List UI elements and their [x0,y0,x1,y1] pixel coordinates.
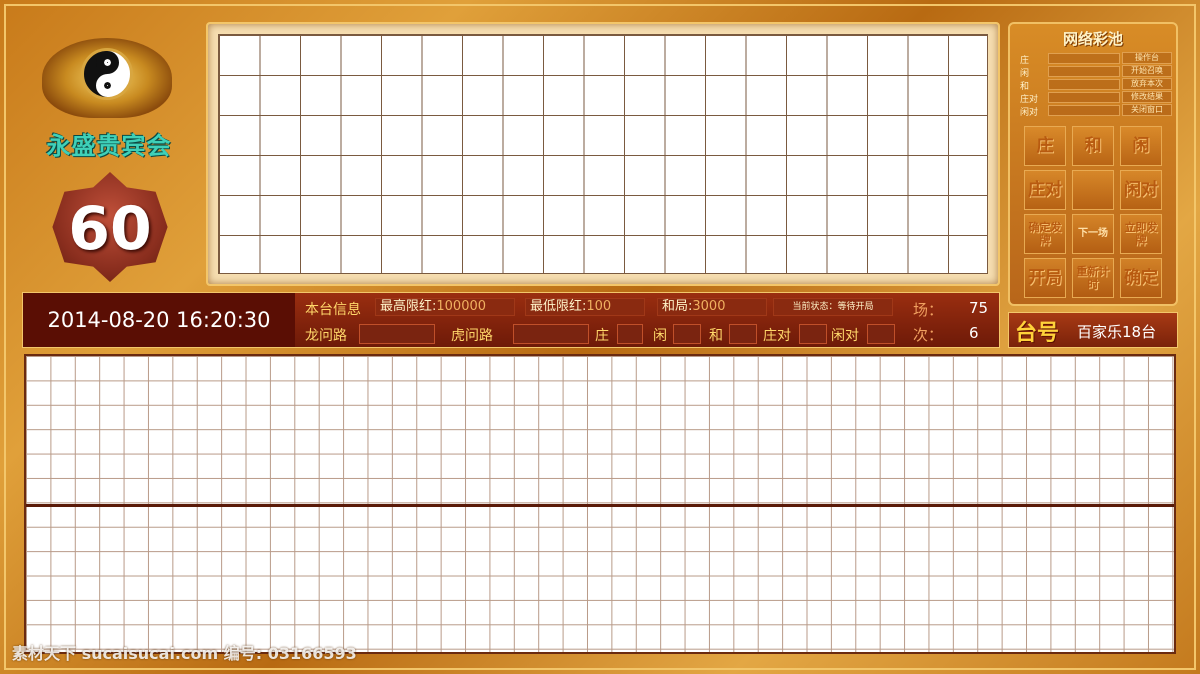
console-button[interactable]: 操作台 [1122,52,1172,64]
close-window-button[interactable]: 关闭窗口 [1122,104,1172,116]
abandon-button[interactable]: 放弃本次 [1122,78,1172,90]
max-limit-label: 最高限红: [380,299,437,314]
player-label: 闲 [653,328,667,344]
tie-count [729,324,757,344]
pool-row-value [1048,105,1120,116]
banker-pair-button[interactable]: 庄对 [1024,170,1066,210]
max-limit-field: 最高限红:100000 [375,298,515,316]
grid-divider [26,504,1174,507]
player-pair-count [867,324,895,344]
player-button[interactable]: 闲 [1120,126,1162,166]
pool-row: 闲 开始召唤 [1018,65,1172,79]
start-button[interactable]: 开始召唤 [1122,65,1172,77]
field-value: 75 [969,299,989,317]
brand-logo: 永盛贵宾会 [34,30,184,160]
tiger-road-field [513,324,589,344]
player-pair-button[interactable]: 闲对 [1120,170,1162,210]
baccarat-screen: 永盛贵宾会 60 网络彩池 庄 操作台 闲 开始召唤 和 放弃本次 庄对 修改结… [0,0,1200,674]
tie-button[interactable]: 和 [1072,126,1114,166]
banker-pair-label: 庄对 [763,328,791,344]
info-bar: 2014-08-20 16:20:30 本台信息 最高限红:100000 最低限… [22,292,1000,348]
next-round-button[interactable]: 下一场 [1072,214,1114,254]
confirm-button[interactable]: 确定 [1120,258,1162,298]
round-value: 6 [969,324,979,342]
modify-result-button[interactable]: 修改结果 [1122,91,1172,103]
banker-count [617,324,643,344]
datetime: 2014-08-20 16:20:30 [23,293,295,347]
countdown-timer: 60 [40,172,180,282]
tie-limit-value: 3000 [692,299,726,314]
deal-now-button[interactable]: 立即发牌 [1120,214,1162,254]
player-count [673,324,701,344]
open-round-button[interactable]: 开局 [1024,258,1066,298]
watermark: 素材天下 sucaisucai.com 编号: 03166593 [12,644,357,663]
table-info-label: 本台信息 [305,302,361,318]
pool-row-value [1048,92,1120,103]
reset-timer-button[interactable]: 重新计时 [1072,258,1114,298]
table-number: 台号 百家乐18台 [1008,312,1178,348]
table-number-value: 百家乐18台 [1077,323,1157,341]
field-label: 场： [913,301,944,319]
banker-button[interactable]: 庄 [1024,126,1066,166]
bottom-road-panel [24,354,1176,654]
banker-label: 庄 [595,328,609,344]
pool-row-value [1048,66,1120,77]
tiger-road-label: 虎问路 [451,328,493,344]
top-road-panel [206,22,1000,286]
pool-row-value [1048,53,1120,64]
player-pair-label: 闲对 [831,328,859,344]
pool-row-label: 闲对 [1020,108,1039,118]
pool-row: 闲对 关闭窗口 [1018,104,1172,118]
tie-limit-label: 和局: [662,299,693,314]
tie-limit-field: 和局:3000 [657,298,767,316]
brand-name: 永盛贵宾会 [46,132,172,160]
control-panel: 网络彩池 庄 操作台 闲 开始召唤 和 放弃本次 庄对 修改结果 闲对 关闭窗口… [1008,22,1178,306]
max-limit-value: 100000 [436,299,487,314]
pool-rows: 庄 操作台 闲 开始召唤 和 放弃本次 庄对 修改结果 闲对 关闭窗口 [1018,52,1172,118]
dragon-road-label: 龙问路 [305,328,347,344]
min-limit-field: 最低限红:100 [525,298,645,316]
empty-button[interactable] [1072,170,1114,210]
round-label: 次： [913,326,944,344]
pool-title: 网络彩池 [1062,30,1123,48]
table-number-label: 台号 [1015,321,1060,346]
pool-row: 和 放弃本次 [1018,78,1172,92]
pool-row: 庄对 修改结果 [1018,91,1172,105]
yinyang-icon [81,48,133,100]
pool-row-value [1048,79,1120,90]
bet-buttons: 庄 和 闲 庄对 闲对 确定发牌 下一场 立即发牌 开局 重新计时 确定 [1024,126,1166,298]
tie-label: 和 [709,328,723,344]
big-road-grid [218,34,988,274]
pool-row: 庄 操作台 [1018,52,1172,66]
status-text: 当前状态：等待开局 [773,298,893,316]
banker-pair-count [799,324,827,344]
countdown-value: 60 [68,194,152,264]
confirm-deal-button[interactable]: 确定发牌 [1024,214,1066,254]
dragon-road-field [359,324,435,344]
min-limit-label: 最低限红: [530,299,587,314]
min-limit-value: 100 [586,299,612,314]
